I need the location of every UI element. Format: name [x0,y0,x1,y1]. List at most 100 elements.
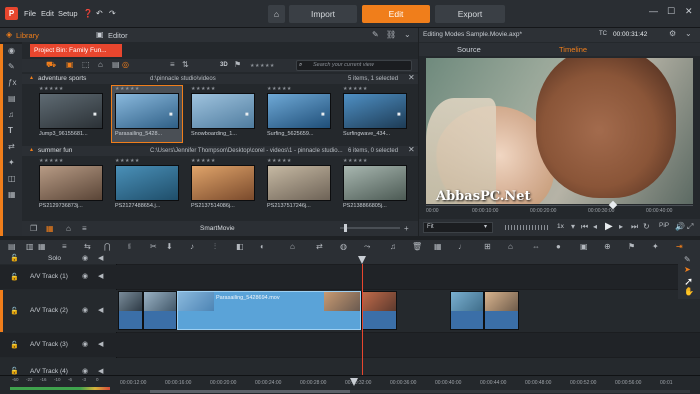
tab-timeline[interactable]: Timeline [559,45,587,54]
speaker-icon[interactable]: ◀ [98,367,103,375]
3d-filter[interactable]: 3D [220,62,228,68]
frame-back-icon[interactable]: ◂ [593,222,597,231]
thumbnail-image[interactable] [39,93,103,129]
camera-icon[interactable]: ▣ [580,242,588,251]
track-name[interactable]: A/V Track (2) [30,307,68,314]
undo-icon[interactable]: ↶ [96,9,103,18]
view-icon[interactable]: ▤ [112,60,120,69]
speaker-icon[interactable]: ◀ [98,306,103,314]
zoom-slider[interactable] [340,224,400,232]
zoom-handle[interactable] [344,224,347,232]
magnet-icon[interactable]: ⋂ [104,242,111,251]
speaker-icon[interactable]: ◀ [98,272,103,280]
voiceover-icon[interactable]: ♪ [190,242,194,251]
rating-stars[interactable]: ★★★★★ [191,158,216,164]
copy-icon[interactable]: ❐ [30,224,37,233]
group-header-summer-fun[interactable]: ▴ summer fun C:\Users\Jennifer Thompson\… [22,145,418,156]
tag-icon[interactable]: ⌂ [66,224,71,233]
thumbnail-image[interactable] [343,165,407,201]
thumbnail-image[interactable] [191,165,255,201]
filters-icon[interactable]: ▤ [8,94,16,103]
close-icon[interactable]: ✕ [685,6,693,17]
clip-ps1[interactable] [450,291,484,330]
rating-stars[interactable]: ★★★★★ [343,158,368,164]
collection-icon[interactable]: ⛟ [46,60,56,70]
play-icon[interactable]: ▶ [605,221,613,232]
camera-icon[interactable]: ◎ [122,60,129,69]
step-back-icon[interactable]: ⏮ [581,222,588,232]
transitions-icon[interactable]: ⇄ [8,142,15,151]
import-button[interactable]: Import [289,5,357,23]
eye-icon[interactable]: ◉ [82,272,88,280]
thumbnail-image[interactable] [191,93,255,129]
list-icon[interactable]: ≡ [82,224,87,233]
edit-button[interactable]: Edit [362,5,430,23]
jog-shuttle[interactable] [505,225,549,230]
hand-icon[interactable]: ✋ [684,287,694,296]
rating-stars[interactable]: ★★★★★ [191,86,216,92]
panel-menu-icon[interactable]: ⌄ [404,30,411,39]
export-button[interactable]: Export [435,5,505,23]
tab-source[interactable]: Source [457,45,481,54]
tag-icon[interactable]: ⌂ [98,60,103,69]
speed-dropdown-icon[interactable]: ▾ [571,222,575,231]
thumbnail-image[interactable] [115,93,179,129]
group-close-icon[interactable]: ✕ [408,73,415,82]
frame-forward-icon[interactable]: ▸ [619,222,623,231]
group-icon[interactable]: ⬚ [82,60,90,69]
arrow-icon[interactable]: ➤ [684,265,691,274]
eye-icon[interactable]: ◉ [82,254,88,262]
group-header-adventure-sports[interactable]: ▴ adventure sports d:\pinnacle studio\vi… [22,73,418,84]
lock-icon[interactable]: 🔓 [10,254,19,262]
clip-jump[interactable] [118,291,143,330]
zoom-fit-icon[interactable]: ⇔ [532,242,540,251]
smartmovie-button[interactable]: SmartMovie [200,225,235,232]
rating-stars[interactable]: ★★★★★ [39,158,64,164]
collapse-icon[interactable]: ▴ [30,146,33,153]
title-icon[interactable]: ⌂ [290,242,295,251]
fx-icon[interactable]: ✦ [652,242,659,251]
clip-snowboarding[interactable] [143,291,177,330]
speed-value[interactable]: 1x [557,223,564,230]
grid-icon[interactable]: ▦ [434,242,442,251]
text-icon[interactable]: T [8,126,13,135]
thumbnail-image[interactable] [267,93,331,129]
lock-icon[interactable]: 🔓 [10,367,19,375]
link-icon[interactable]: ⛓ [386,30,396,39]
record-icon[interactable]: ● [556,242,561,251]
thumbnail-image[interactable] [115,165,179,201]
tab-library[interactable]: Library [16,31,39,40]
lock-icon[interactable]: 🔓 [10,307,19,315]
chapters-icon[interactable]: ⚑ [628,242,635,251]
lock-icon[interactable]: 🔓 [10,341,19,349]
sync-icon[interactable]: ⇆ [84,242,91,251]
track-name[interactable]: A/V Track (4) [30,368,68,375]
loop-icon[interactable]: ↻ [643,222,650,231]
timecode-display[interactable]: 00:00:31:42 [613,31,647,38]
collapse-icon[interactable]: ▴ [30,74,33,81]
eye-icon[interactable]: ◉ [82,340,88,348]
thumbnail-image[interactable] [343,93,407,129]
help-icon[interactable]: ❓ [83,9,93,18]
project-bin-tab[interactable]: Project Bin: Family Fun... [30,44,122,57]
thumbnail-image[interactable] [267,165,331,201]
playhead-handle[interactable] [358,256,366,264]
media-thumbnail-card[interactable]: ★★★★★ PS2127488654.j... [112,158,182,214]
media-thumbnail-card[interactable]: ★★★★★ PS2129736873j... [36,158,106,214]
playhead-line[interactable] [362,264,363,375]
graphics-icon[interactable]: ▦ [8,190,16,199]
list-view-icon[interactable]: ≡ [170,60,175,69]
maximize-icon[interactable]: ☐ [667,6,675,17]
rating-stars[interactable]: ★★★★★ [39,86,64,92]
speaker-icon[interactable]: ◀ [98,340,103,348]
media-thumbnail-card[interactable]: ★★★★★ ■ Surfing_5625659... [264,86,334,142]
rating-filter[interactable]: ★★★★★ [250,63,275,69]
timeline-view-icon[interactable]: ▦ [38,242,46,251]
razor-icon[interactable]: ✂ [150,242,157,251]
media-thumbnail-card[interactable]: ★★★★★ PS2137517246j... [264,158,334,214]
effects-icon[interactable]: ƒx [8,78,16,87]
panel-menu-icon[interactable]: ⌄ [685,29,692,38]
group-close-icon[interactable]: ✕ [408,145,415,154]
media-thumbnail-card[interactable]: ★★★★★ ■ Parasailing_5428... [111,85,183,143]
color-icon[interactable]: ◍ [340,242,347,251]
